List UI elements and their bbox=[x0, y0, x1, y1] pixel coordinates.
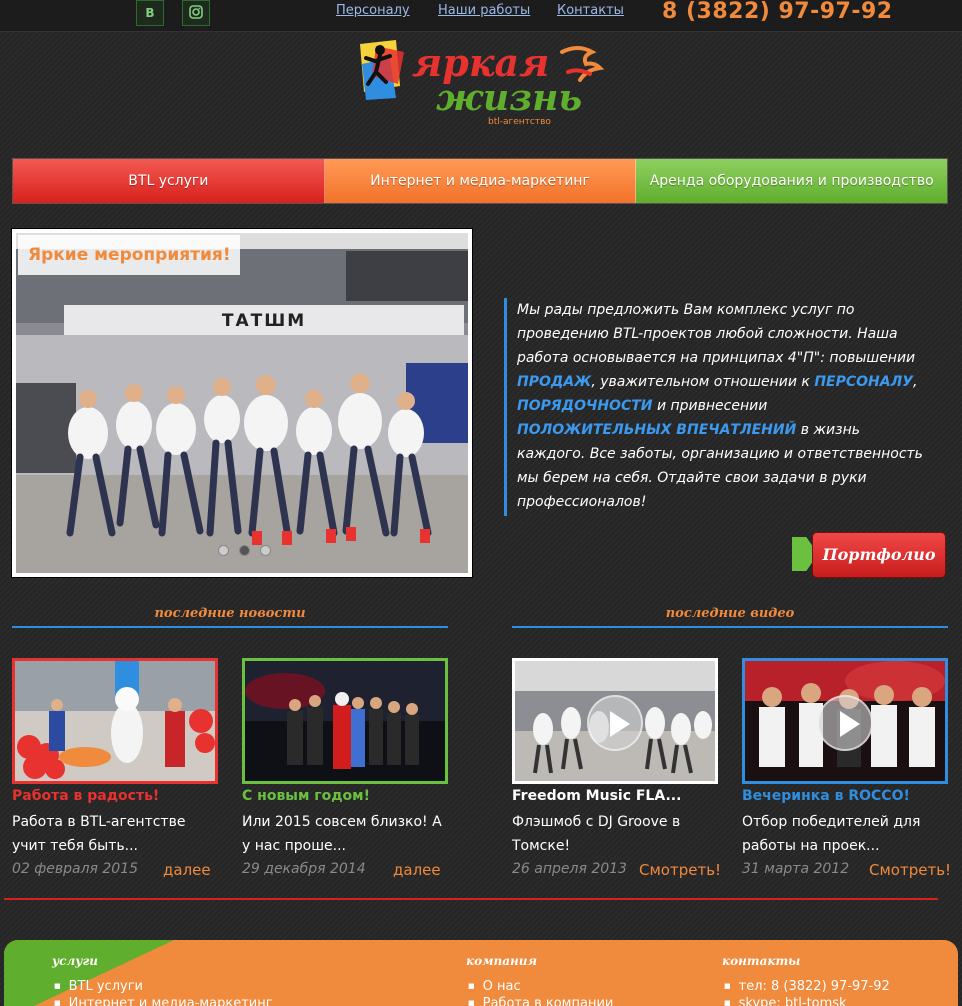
news-date: 29 декабря 2014 bbox=[242, 861, 366, 877]
video-excerpt: Отбор победителей для работы на проек... bbox=[742, 814, 921, 854]
slider-dot[interactable] bbox=[239, 545, 250, 556]
videos-divider bbox=[512, 626, 948, 628]
content-divider bbox=[4, 898, 938, 900]
slider-dots bbox=[218, 545, 271, 556]
logo-text-2: жизнь bbox=[436, 77, 582, 119]
vk-icon[interactable]: В bbox=[136, 0, 164, 26]
footer-link[interactable]: Интернет и медиа-маркетинг bbox=[54, 995, 273, 1006]
footer-contact[interactable]: skype: btl-tomsk bbox=[724, 995, 890, 1006]
footer-link[interactable]: BTL услуги bbox=[54, 978, 273, 995]
video-excerpt: Флэшмоб с DJ Groove в Томске! bbox=[512, 814, 681, 854]
videos-section-title: последние видео bbox=[665, 606, 795, 621]
video-date: 26 апреля 2013 bbox=[512, 861, 627, 877]
video-title[interactable]: Freedom Music FLA... bbox=[512, 788, 681, 804]
news-more-link[interactable]: далее bbox=[163, 861, 211, 879]
about-text-part: Мы рады предложить Вам комплекс услуг по… bbox=[517, 302, 916, 366]
photo-slider[interactable]: ТАТШМ Яркие мероприятия! bbox=[11, 228, 473, 578]
about-highlight: ПОЛОЖИТЕЛЬНЫХ ВПЕЧАТЛЕНИЙ bbox=[517, 422, 797, 438]
footer: услуги BTL услуги Интернет и медиа-марке… bbox=[4, 940, 958, 1006]
video-title[interactable]: Вечеринка в ROCCO! bbox=[742, 788, 910, 804]
slider-photo: ТАТШМ bbox=[16, 233, 468, 573]
tab-equipment-rental[interactable]: Аренда оборудования и производство bbox=[636, 159, 948, 203]
footer-services-title: услуги bbox=[52, 954, 98, 968]
video-thumbnail[interactable] bbox=[512, 658, 718, 784]
news-date: 02 февраля 2015 bbox=[12, 861, 139, 877]
play-icon[interactable] bbox=[587, 695, 643, 751]
portfolio-button-label: Портфолио bbox=[812, 532, 946, 578]
about-text-part: и привнесении bbox=[652, 398, 768, 414]
news-more-link[interactable]: далее bbox=[393, 861, 441, 879]
footer-company-title: компания bbox=[466, 954, 538, 968]
header-phone: 8 (3822) 97-97-92 bbox=[662, 0, 893, 24]
news-divider bbox=[12, 626, 448, 628]
slider-dot[interactable] bbox=[218, 545, 229, 556]
slider-dot[interactable] bbox=[260, 545, 271, 556]
news-excerpt: Или 2015 совсем близко! А у нас проше... bbox=[242, 814, 442, 854]
footer-contacts-list: тел: 8 (3822) 97-97-92 skype: btl-tomsk bbox=[724, 978, 890, 1006]
news-title[interactable]: С новым годом! bbox=[242, 788, 370, 804]
portfolio-button[interactable]: Портфолио bbox=[792, 532, 946, 578]
footer-contact: тел: 8 (3822) 97-97-92 bbox=[724, 978, 890, 995]
slide-caption: Яркие мероприятия! bbox=[18, 235, 240, 275]
logo-figure-icon bbox=[360, 40, 404, 100]
footer-company-list: О нас Работа в компании bbox=[468, 978, 614, 1006]
about-text-part: , уважительном отношении к bbox=[591, 374, 815, 390]
footer-link[interactable]: О нас bbox=[468, 978, 613, 995]
main-tabs: BTL услуги Интернет и медиа-маркетинг Ар… bbox=[12, 158, 948, 204]
video-watch-link[interactable]: Смотреть! bbox=[639, 861, 721, 879]
logo[interactable]: яркая жизнь btl-агентство bbox=[356, 36, 606, 128]
footer-contacts-title: контакты bbox=[722, 954, 801, 968]
video-thumbnail[interactable] bbox=[742, 658, 948, 784]
tab-btl-services[interactable]: BTL услуги bbox=[13, 159, 325, 203]
news-excerpt: Работа в BTL-агентстве учит тебя быть... bbox=[12, 814, 186, 854]
footer-services-list: BTL услуги Интернет и медиа-маркетинг bbox=[54, 978, 273, 1006]
about-text: Мы рады предложить Вам комплекс услуг по… bbox=[504, 298, 924, 516]
logo-subtitle: btl-агентство bbox=[488, 117, 551, 127]
nav-link-works[interactable]: Наши работы bbox=[438, 3, 530, 18]
about-highlight: ПЕРСОНАЛУ bbox=[814, 374, 914, 390]
tab-internet-marketing[interactable]: Интернет и медиа-маркетинг bbox=[324, 159, 637, 203]
about-highlight: ПРОДАЖ bbox=[517, 374, 592, 390]
news-thumbnail[interactable] bbox=[242, 658, 448, 784]
top-bar: В Персоналу Наши работы Контакты 8 (3822… bbox=[0, 0, 962, 32]
footer-link[interactable]: Работа в компании bbox=[468, 995, 614, 1006]
news-thumbnail[interactable] bbox=[12, 658, 218, 784]
play-icon[interactable] bbox=[817, 695, 873, 751]
instagram-icon[interactable] bbox=[182, 0, 210, 26]
about-highlight: ПОРЯДОЧНОСТИ bbox=[517, 398, 653, 414]
nav-link-personnel[interactable]: Персоналу bbox=[336, 3, 410, 18]
video-date: 31 марта 2012 bbox=[742, 861, 850, 877]
store-sign: ТАТШМ bbox=[222, 311, 306, 331]
news-title[interactable]: Работа в радость! bbox=[12, 788, 159, 804]
nav-link-contacts[interactable]: Контакты bbox=[557, 3, 624, 18]
news-section-title: последние новости bbox=[154, 606, 306, 621]
video-watch-link[interactable]: Смотреть! bbox=[869, 861, 951, 879]
about-text-part: , bbox=[913, 374, 918, 390]
